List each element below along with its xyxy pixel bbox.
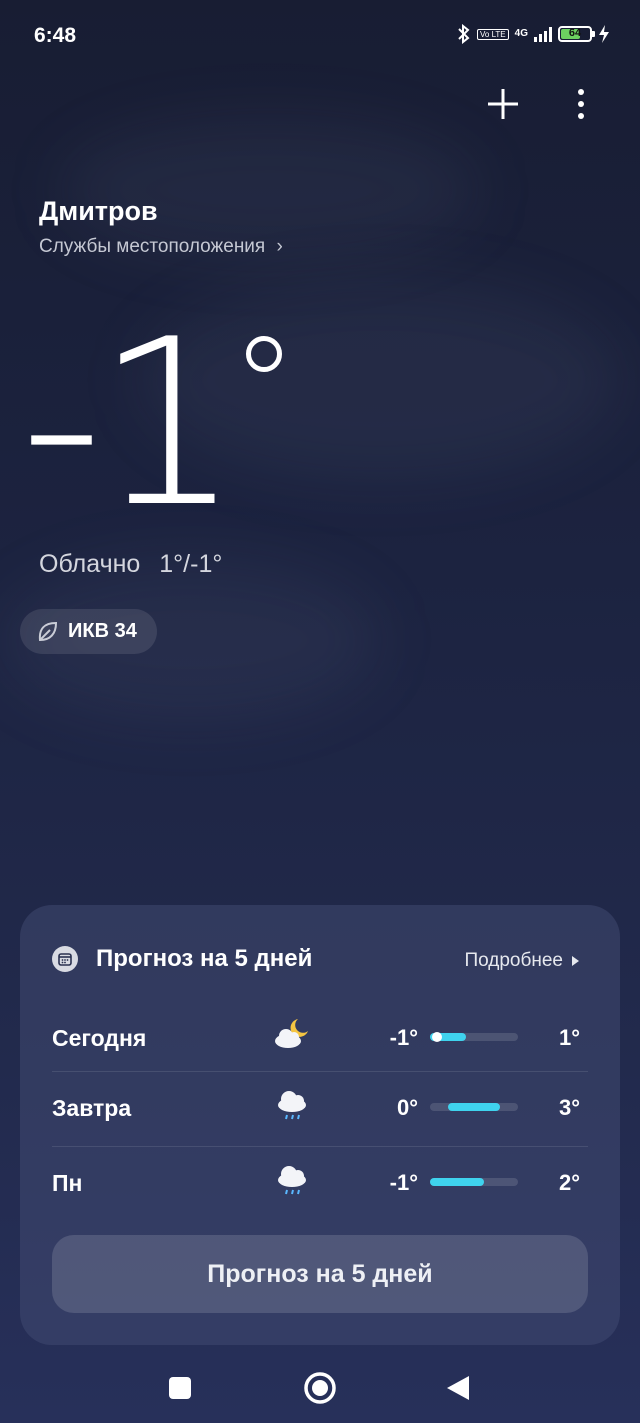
forecast-day: Завтра — [52, 1095, 132, 1121]
temp-range-bar — [430, 1178, 518, 1186]
status-bar: 6:48 Vo LTE 4G 64 — [0, 0, 640, 72]
forecast-row-today[interactable]: Сегодня -1° 1° — [52, 1001, 588, 1075]
back-button[interactable] — [440, 1370, 476, 1406]
current-temp-marker — [432, 1032, 442, 1042]
current-temperature: -1 — [20, 291, 241, 558]
forecast-row-monday[interactable]: Пн -1° 2° — [52, 1146, 588, 1220]
row-divider — [52, 1071, 588, 1072]
plus-icon — [488, 89, 518, 119]
details-link[interactable]: Подробнее — [464, 950, 580, 972]
forecast-title: Прогноз на 5 дней — [96, 945, 313, 972]
aqi-value: ИКВ 34 — [68, 620, 137, 642]
forecast-low: -1° — [389, 1170, 418, 1195]
row-divider — [52, 1146, 588, 1147]
bluetooth-icon — [458, 24, 470, 44]
forecast-low: -1° — [389, 1025, 418, 1050]
five-day-forecast-button[interactable]: Прогноз на 5 дней — [52, 1235, 588, 1313]
temp-range: 1°/-1° — [159, 550, 223, 578]
temp-range-bar — [430, 1103, 518, 1111]
calendar-icon — [52, 946, 78, 972]
condition-summary: Облачно 1°/-1° — [39, 550, 222, 579]
rain-cloud-icon — [278, 1166, 306, 1195]
more-options-button[interactable] — [559, 82, 603, 126]
location-services-link[interactable]: Службы местоположения › — [39, 236, 283, 258]
battery-icon: 64 — [558, 26, 595, 42]
chevron-right-icon: › — [276, 236, 283, 257]
leaf-icon — [38, 621, 58, 641]
volte-badge: Vo LTE — [477, 28, 509, 40]
add-city-button[interactable] — [481, 82, 525, 126]
forecast-low: 0° — [396, 1095, 418, 1120]
degree-icon — [246, 336, 282, 372]
forecast-day: Пн — [52, 1170, 83, 1196]
more-vertical-icon — [578, 89, 584, 119]
network-type: 4G — [514, 28, 528, 39]
home-button[interactable] — [302, 1370, 338, 1406]
temp-range-bar — [430, 1032, 518, 1042]
aqi-badge[interactable]: ИКВ 34 — [20, 609, 157, 654]
navigation-bar — [0, 1350, 640, 1423]
condition-text: Облачно — [39, 550, 141, 578]
square-icon — [169, 1377, 191, 1399]
charging-icon — [599, 25, 609, 43]
forecast-header: Прогноз на 5 дней — [52, 945, 312, 973]
status-icons: Vo LTE 4G 64 — [457, 24, 610, 44]
forecast-day: Сегодня — [52, 1025, 147, 1051]
forecast-high: 1° — [558, 1025, 580, 1050]
circle-icon — [304, 1372, 336, 1404]
forecast-card: Прогноз на 5 дней Подробнее Сегодня -1° … — [20, 905, 620, 1345]
city-name: Дмитров — [39, 196, 158, 226]
recents-button[interactable] — [162, 1370, 198, 1406]
forecast-high: 2° — [558, 1170, 580, 1195]
forecast-high: 3° — [558, 1095, 580, 1120]
triangle-left-icon — [447, 1376, 469, 1400]
signal-icon — [534, 26, 552, 42]
triangle-right-icon — [572, 956, 579, 966]
clock: 6:48 — [34, 24, 77, 47]
rain-cloud-icon — [278, 1091, 306, 1120]
partly-cloudy-night-icon — [275, 1019, 308, 1048]
forecast-row-tomorrow[interactable]: Завтра 0° 3° — [52, 1071, 588, 1145]
